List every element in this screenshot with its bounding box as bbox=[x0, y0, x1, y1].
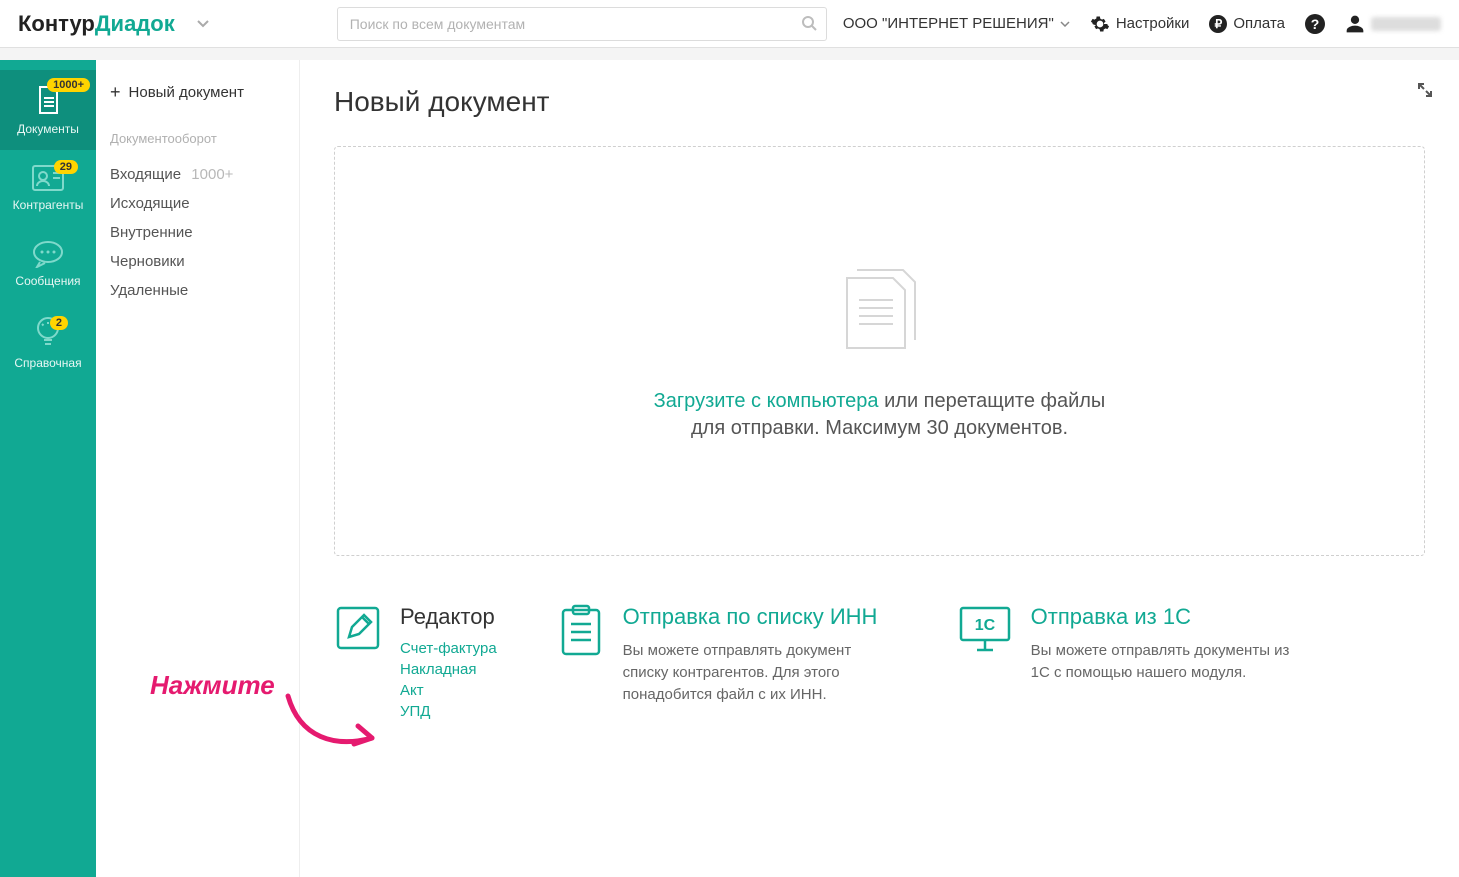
page-title: Новый документ bbox=[334, 86, 1425, 118]
inn-desc: Вы можете отправлять документ списку кон… bbox=[623, 640, 897, 705]
search-wrap bbox=[337, 7, 827, 41]
chevron-down-icon bbox=[197, 20, 209, 28]
brand-part2: Диадок bbox=[95, 11, 175, 37]
badge-contragents: 29 bbox=[54, 160, 78, 174]
main: Новый документ Загрузите с компьютера ил… bbox=[300, 60, 1459, 877]
chevron-down-icon bbox=[1060, 21, 1070, 27]
rail-help[interactable]: 2 Справочная bbox=[0, 302, 96, 384]
left-rail: 1000+ Документы 29 Контрагенты Сообщения… bbox=[0, 60, 96, 877]
settings-label: Настройки bbox=[1116, 15, 1190, 32]
rail-messages[interactable]: Сообщения bbox=[0, 226, 96, 302]
rail-documents-label: Документы bbox=[4, 122, 92, 136]
user-menu[interactable] bbox=[1345, 14, 1441, 34]
user-name-blurred bbox=[1371, 17, 1441, 31]
contacts-icon bbox=[4, 164, 92, 192]
subnav-group-title: Документооборот bbox=[110, 131, 285, 146]
search-icon[interactable] bbox=[801, 15, 817, 31]
upload-link[interactable]: Загрузите с компьютера bbox=[654, 390, 879, 412]
dropzone-line2: для отправки. Максимум 30 документов. bbox=[691, 417, 1068, 440]
badge-documents: 1000+ bbox=[47, 78, 90, 92]
new-document-label: Новый документ bbox=[129, 84, 244, 101]
dropzone[interactable]: Загрузите с компьютера или перетащите фа… bbox=[334, 146, 1425, 556]
editor-column: Редактор Счет-фактура Накладная Акт УПД bbox=[334, 604, 497, 724]
settings-link[interactable]: Настройки bbox=[1090, 14, 1190, 34]
user-icon bbox=[1345, 14, 1365, 34]
subnav-outbox[interactable]: Исходящие bbox=[110, 189, 285, 218]
subnav-internal[interactable]: Внутренние bbox=[110, 218, 285, 247]
onec-title[interactable]: Отправка из 1С bbox=[1031, 604, 1297, 630]
onec-desc: Вы можете отправлять документы из 1С с п… bbox=[1031, 640, 1297, 684]
payment-link[interactable]: ₽ Оплата bbox=[1209, 15, 1285, 33]
inn-column: Отправка по списку ИНН Вы можете отправл… bbox=[557, 604, 897, 724]
brand-logo[interactable]: Контур Диадок bbox=[18, 11, 175, 37]
rail-help-label: Справочная bbox=[4, 356, 92, 370]
subnav-inbox-count: 1000+ bbox=[191, 166, 233, 183]
search-input[interactable] bbox=[337, 7, 827, 41]
link-act[interactable]: Акт bbox=[400, 682, 497, 699]
expand-button[interactable] bbox=[1417, 82, 1433, 98]
topbar: Контур Диадок ООО "ИНТЕРНЕТ РЕШЕНИЯ" Нас… bbox=[0, 0, 1459, 48]
editor-links: Счет-фактура Накладная Акт УПД bbox=[400, 640, 497, 720]
editor-title: Редактор bbox=[400, 604, 497, 630]
subnav-inbox[interactable]: Входящие 1000+ bbox=[110, 160, 285, 189]
svg-text:1C: 1C bbox=[974, 617, 995, 634]
link-waybill[interactable]: Накладная bbox=[400, 661, 497, 678]
org-selector[interactable]: ООО "ИНТЕРНЕТ РЕШЕНИЯ" bbox=[843, 15, 1070, 32]
subnav-inbox-label: Входящие bbox=[110, 166, 181, 183]
new-document-button[interactable]: + Новый документ bbox=[110, 82, 285, 103]
help-icon: ? bbox=[1305, 14, 1325, 34]
chat-icon bbox=[4, 240, 92, 268]
onec-column: 1C Отправка из 1С Вы можете отправлять д… bbox=[957, 604, 1297, 724]
link-invoice[interactable]: Счет-фактура bbox=[400, 640, 497, 657]
ruble-icon: ₽ bbox=[1209, 15, 1227, 33]
inn-title[interactable]: Отправка по списку ИНН bbox=[623, 604, 897, 630]
subnav-drafts[interactable]: Черновики bbox=[110, 247, 285, 276]
subnav: + Новый документ Документооборот Входящи… bbox=[96, 60, 300, 877]
payment-label: Оплата bbox=[1233, 15, 1285, 32]
rail-messages-label: Сообщения bbox=[4, 274, 92, 288]
gear-icon bbox=[1090, 14, 1110, 34]
org-name: ООО "ИНТЕРНЕТ РЕШЕНИЯ" bbox=[843, 15, 1054, 32]
actions-row: Редактор Счет-фактура Накладная Акт УПД … bbox=[334, 604, 1425, 724]
dropzone-rest1: или перетащите файлы bbox=[879, 390, 1106, 412]
subnav-deleted[interactable]: Удаленные bbox=[110, 276, 285, 305]
editor-icon bbox=[334, 604, 382, 724]
documents-illustration-icon bbox=[825, 260, 935, 370]
rail-contragents[interactable]: 29 Контрагенты bbox=[0, 150, 96, 226]
clipboard-icon bbox=[557, 604, 605, 724]
onec-monitor-icon: 1C bbox=[957, 604, 1013, 724]
dropzone-line1: Загрузите с компьютера или перетащите фа… bbox=[654, 390, 1106, 413]
badge-help: 2 bbox=[50, 316, 68, 330]
brand-dropdown[interactable] bbox=[189, 16, 217, 32]
topbar-right: ООО "ИНТЕРНЕТ РЕШЕНИЯ" Настройки ₽ Оплат… bbox=[843, 14, 1441, 34]
brand-part1: Контур bbox=[18, 11, 95, 37]
link-upd[interactable]: УПД bbox=[400, 703, 497, 720]
rail-contragents-label: Контрагенты bbox=[4, 198, 92, 212]
bulb-icon bbox=[4, 316, 92, 350]
plus-icon: + bbox=[110, 82, 121, 103]
help-button[interactable]: ? bbox=[1305, 14, 1325, 34]
rail-documents[interactable]: 1000+ Документы bbox=[0, 70, 96, 150]
